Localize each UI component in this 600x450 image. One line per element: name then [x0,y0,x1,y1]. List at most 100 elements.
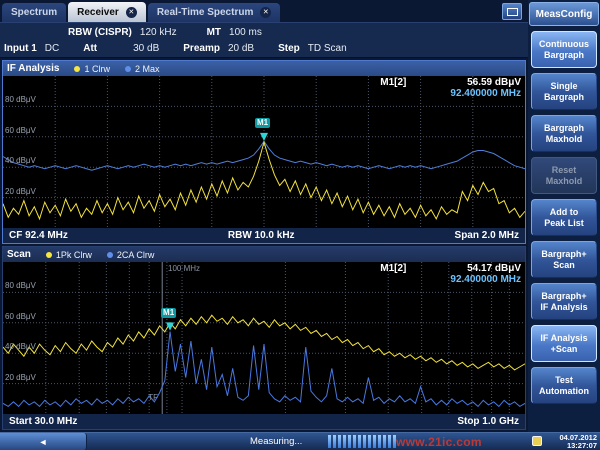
softkey-menu-title[interactable]: MeasConfig [529,2,599,26]
softkey-label-line2: Maxhold [546,176,583,187]
softkey-bargraph-if-analysis[interactable]: Bargraph+IF Analysis [531,283,597,320]
setting-label: MT [207,27,221,38]
softkey-reset-maxhold: ResetMaxhold [531,157,597,194]
activity-indicator [328,435,396,448]
activity-bar [378,435,381,448]
legend-label: 2 Max [135,64,160,74]
tab-receiver[interactable]: Receiver ✕ [68,2,146,22]
setting-input-1[interactable]: Input 1 DC [4,43,59,54]
if-analysis-header: IF Analysis 1 Clrw 2 Max [3,61,525,76]
softkey-label-line1: Single [550,81,577,92]
legend-label: 1 Clrw [84,64,110,74]
panel-title: IF Analysis [7,63,59,74]
setting-label: RBW (CISPR) [68,27,132,38]
time: 13:27:07 [559,442,597,450]
setting-value: 120 kHz [140,27,177,38]
main-area: Spectrum Receiver ✕ Real-Time Spectrum ✕ RBW… [0,0,600,432]
if-analysis-footer: CF 92.4 MHz RBW 10.0 kHz Span 2.0 MHz [3,228,525,243]
tab-label: Receiver [77,7,119,18]
legend-item-1pk-clrw: 1Pk Clrw [46,250,92,260]
softkey-bargraph-maxhold[interactable]: BargraphMaxhold [531,115,597,152]
softkey-label-line1: Bargraph [544,123,584,134]
trace-color-dot [74,66,80,72]
activity-bar [343,435,346,448]
softkey-label-line1: Test [555,375,573,386]
legend-label: 2CA Clrw [117,250,155,260]
softkey-label-line2: Bargraph [544,50,584,61]
panel-title: Scan [7,249,31,260]
activity-bar [373,435,376,448]
if-analysis-traces [3,76,525,228]
activity-bar [383,435,386,448]
tab-label: Spectrum [11,7,57,18]
scan-header: Scan 1Pk Clrw 2CA Clrw [3,247,525,262]
left-arrow-icon: ◄ [39,437,48,447]
softkey-single-bargraph[interactable]: SingleBargraph [531,73,597,110]
softkey-label-line2: Peak List [544,218,584,229]
trace-color-dot [125,66,131,72]
channel-tabs: Spectrum Receiver ✕ Real-Time Spectrum ✕ [2,2,280,22]
if-analysis-chart[interactable]: M1[2] 56.59 dBμV 92.400000 MHz M180 dBμV… [3,76,525,228]
softkey-if-analysis-scan[interactable]: IF Analysis+Scan [531,325,597,362]
datetime: 04.07.2012 13:27:07 [559,434,597,450]
display-column: Spectrum Receiver ✕ Real-Time Spectrum ✕ RBW… [0,0,528,432]
softkey-label-line1: Add to [550,207,579,218]
activity-bar [333,435,336,448]
softkey-label-line2: IF Analysis [540,302,587,313]
trace-color-dot [107,252,113,258]
close-icon[interactable]: ✕ [260,7,271,18]
setting-value: 100 ms [229,27,262,38]
back-button[interactable]: ◄ [0,433,87,450]
softkey-add-to-peak-list[interactable]: Add toPeak List [531,199,597,236]
trace-color-dot [46,252,52,258]
setting-label: Preamp [183,43,220,54]
setting-value: DC [45,43,59,54]
legend-item-2ca-clrw: 2CA Clrw [107,250,155,260]
softkey-continuous-bargraph[interactable]: ContinuousBargraph [531,31,597,68]
setting-label: Att [83,43,97,54]
setting-mt[interactable]: MT 100 ms [207,27,262,38]
setting-value: 30 dB [133,43,159,54]
tab-bar: Spectrum Receiver ✕ Real-Time Spectrum ✕ [0,0,528,22]
softkey-label-line2: Bargraph [544,92,584,103]
softkey-label-line2: Scan [553,260,575,271]
legend-item-1-clrw: 1 Clrw [74,64,110,74]
trace-legend: 1 Clrw 2 Max [59,64,159,74]
settings-row-1: RBW (CISPR) 120 kHz MT 100 ms [0,24,528,40]
activity-bar [348,435,351,448]
setting-att[interactable]: Att 30 dB [83,43,159,54]
softkey-buttons: ContinuousBargraphSingleBargraphBargraph… [531,31,597,404]
scan-chart[interactable]: M1[2] 54.17 dBμV 92.400000 MHz M180 dBμV… [3,262,525,414]
display-toggle-button[interactable] [502,3,522,20]
softkey-menu: MeasConfig ContinuousBargraphSingleBargr… [528,0,600,432]
tab-spectrum[interactable]: Spectrum [2,3,66,22]
watermark: www.21ic.com [396,435,482,449]
span-value: Span 2.0 MHz [455,230,519,241]
setting-preamp[interactable]: Preamp 20 dB [183,43,254,54]
close-icon[interactable]: ✕ [126,7,137,18]
if-analysis-panel: IF Analysis 1 Clrw 2 Max M1[2] 56.59 dBμV… [2,60,526,244]
setting-rbw-cispr[interactable]: RBW (CISPR) 120 kHz [68,27,177,38]
setting-step[interactable]: StepTD Scan [278,43,347,54]
display-icon [507,8,518,16]
activity-bar [388,435,391,448]
activity-bar [368,435,371,448]
setting-label: Input 1 [4,43,37,54]
settings-row-2: Input 1 DC Att 30 dB Preamp 20 dB StepTD Scan [0,40,528,56]
softkey-bargraph-scan[interactable]: Bargraph+Scan [531,241,597,278]
activity-bar [328,435,331,448]
softkey-label-line1: Reset [552,165,577,176]
activity-bar [353,435,356,448]
instrument-screen: Spectrum Receiver ✕ Real-Time Spectrum ✕ RBW… [0,0,600,450]
softkey-test-automation[interactable]: TestAutomation [531,367,597,404]
settings-bar: RBW (CISPR) 120 kHz MT 100 ms Input 1 DC Att 3… [0,22,528,58]
status-indicator-icon [532,436,542,446]
softkey-label-line1: Bargraph+ [541,291,586,302]
tab-label: Real-Time Spectrum [157,7,254,18]
softkey-label-line1: IF Analysis [540,333,587,344]
setting-value: 20 dB [228,43,254,54]
activity-bar [338,435,341,448]
tab-real-time-spectrum[interactable]: Real-Time Spectrum ✕ [148,3,281,22]
stop-frequency: Stop 1.0 GHz [457,416,519,427]
rbw-value: RBW 10.0 kHz [228,230,295,241]
